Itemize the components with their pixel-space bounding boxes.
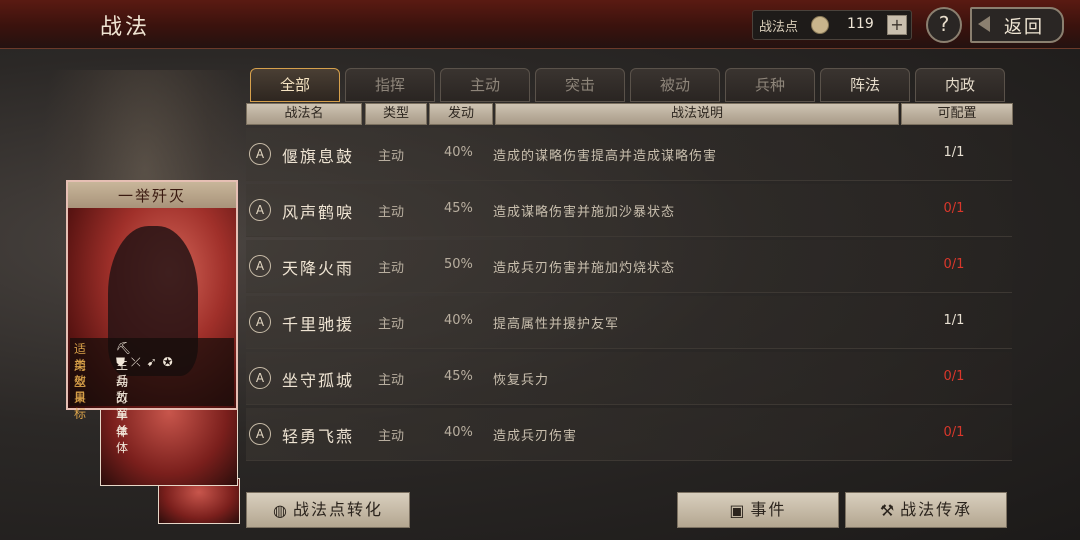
card-info-panel: 适用 ⛏⛊⤫➹✪ 类型 主动 效果 兵刃单体 目标 敌军单体 [70,338,234,455]
add-points-button[interactable]: + [887,15,907,35]
grade-badge-icon: A [249,367,271,389]
convert-points-label: 战法点转化 [292,500,383,519]
tactic-row[interactable]: A 坐守孤城 主动 45% 恢复兵力 0/1 [246,352,1012,405]
inherit-tactic-button[interactable]: ⚒ 战法传承 [845,492,1007,528]
column-header-rate[interactable]: 发动 [429,103,493,125]
page-title: 战法 [100,15,151,40]
tactic-type: 主动 [378,149,405,164]
tactic-name: 偃旗息鼓 [282,147,355,166]
tactic-config: 0/1 [943,201,965,216]
tactic-points-label: 战法点 [759,20,799,35]
tactic-type: 主动 [378,429,405,444]
tactic-row[interactable]: A 偃旗息鼓 主动 40% 造成的谋略伤害提高并造成谋略伤害 1/1 [246,128,1012,181]
tactic-config: 0/1 [943,425,965,440]
card-title-bar: 一举歼灭 [68,182,236,208]
grade-badge-icon: A [249,199,271,221]
tactic-rate: 40% [444,145,473,160]
tab-command[interactable]: 指挥 [345,68,435,102]
event-button[interactable]: ▣ 事件 [677,492,839,528]
tactic-description: 恢复兵力 [493,373,550,388]
tactic-point-coin-icon [811,16,829,34]
selected-tactic-card[interactable]: 一举歼灭 适用 ⛏⛊⤫➹✪ 类型 主动 效果 兵刃单体 目标 敌军单体 [66,180,238,455]
tactic-name: 坐守孤城 [282,371,355,390]
tactic-rate: 40% [444,425,473,440]
tactic-row[interactable]: A 千里驰援 主动 40% 提高属性并援护友军 1/1 [246,296,1012,349]
tactic-description: 造成兵刃伤害 [493,429,578,444]
convert-points-button[interactable]: ◍ 战法点转化 [246,492,410,528]
tactic-config: 0/1 [943,257,965,272]
grade-badge-icon: A [249,311,271,333]
tactic-rate: 45% [444,369,473,384]
tactic-rate: 40% [444,313,473,328]
back-button[interactable]: 返回 [970,7,1064,43]
tactic-rate: 50% [444,257,473,272]
tactic-name: 风声鹤唳 [282,203,355,222]
tactic-list[interactable]: A 偃旗息鼓 主动 40% 造成的谋略伤害提高并造成谋略伤害 1/1 A 风声鹤… [246,128,1012,478]
tactic-description: 提高属性并援护友军 [493,317,620,332]
card-info-key: 目标 [74,390,87,421]
column-header-name[interactable]: 战法名 [246,103,362,125]
inherit-tactic-label: 战法传承 [900,500,973,519]
tactic-row[interactable]: A 天降火雨 主动 50% 造成兵刃伤害并施加灼烧状态 0/1 [246,240,1012,293]
column-header-description: 战法说明 [495,103,899,125]
help-button[interactable]: ? [926,7,962,43]
tactic-type: 主动 [378,317,405,332]
grade-badge-icon: A [249,255,271,277]
scroll-icon: ▣ [729,500,747,520]
tactic-description: 造成的谋略伤害提高并造成谋略伤害 [493,149,718,164]
tactic-name: 千里驰援 [282,315,355,334]
tab-internal-affairs[interactable]: 内政 [915,68,1005,102]
tab-all[interactable]: 全部 [250,68,340,102]
tactic-config: 1/1 [943,313,965,328]
back-arrow-icon [978,16,990,32]
event-label: 事件 [750,500,787,519]
tactic-name: 轻勇飞燕 [282,427,355,446]
tactic-description: 造成谋略伤害并施加沙暴状态 [493,205,676,220]
tactic-name: 天降火雨 [282,259,355,278]
tactic-rate: 45% [444,201,473,216]
card-info-value: 敌军单体 [116,390,129,455]
top-bar: 战法 战法点 119 + ? 返回 [0,0,1080,49]
tab-active[interactable]: 主动 [440,68,530,102]
tactic-row[interactable]: A 轻勇飞燕 主动 40% 造成兵刃伤害 0/1 [246,408,1012,461]
card-title: 一举歼灭 [117,187,186,205]
tab-passive[interactable]: 被动 [630,68,720,102]
column-header-type[interactable]: 类型 [365,103,427,125]
column-header-config[interactable]: 可配置 [901,103,1013,125]
tactic-type: 主动 [378,373,405,388]
tab-formation[interactable]: 阵法 [820,68,910,102]
tactic-config: 1/1 [943,145,965,160]
tactic-description: 造成兵刃伤害并施加灼烧状态 [493,261,676,276]
tab-assault[interactable]: 突击 [535,68,625,102]
back-label: 返回 [1004,17,1044,38]
hammer-icon: ⚒ [879,500,897,520]
tactic-config: 0/1 [943,369,965,384]
grade-badge-icon: A [249,143,271,165]
tactic-type: 主动 [378,261,405,276]
grade-badge-icon: A [249,423,271,445]
tactic-points-panel: 战法点 119 + [752,10,912,40]
tactic-points-value: 119 [847,16,874,32]
tactic-type: 主动 [378,205,405,220]
tab-troop-type[interactable]: 兵种 [725,68,815,102]
tactic-row[interactable]: A 风声鹤唳 主动 45% 造成谋略伤害并施加沙暴状态 0/1 [246,184,1012,237]
token-icon: ◍ [273,500,289,520]
